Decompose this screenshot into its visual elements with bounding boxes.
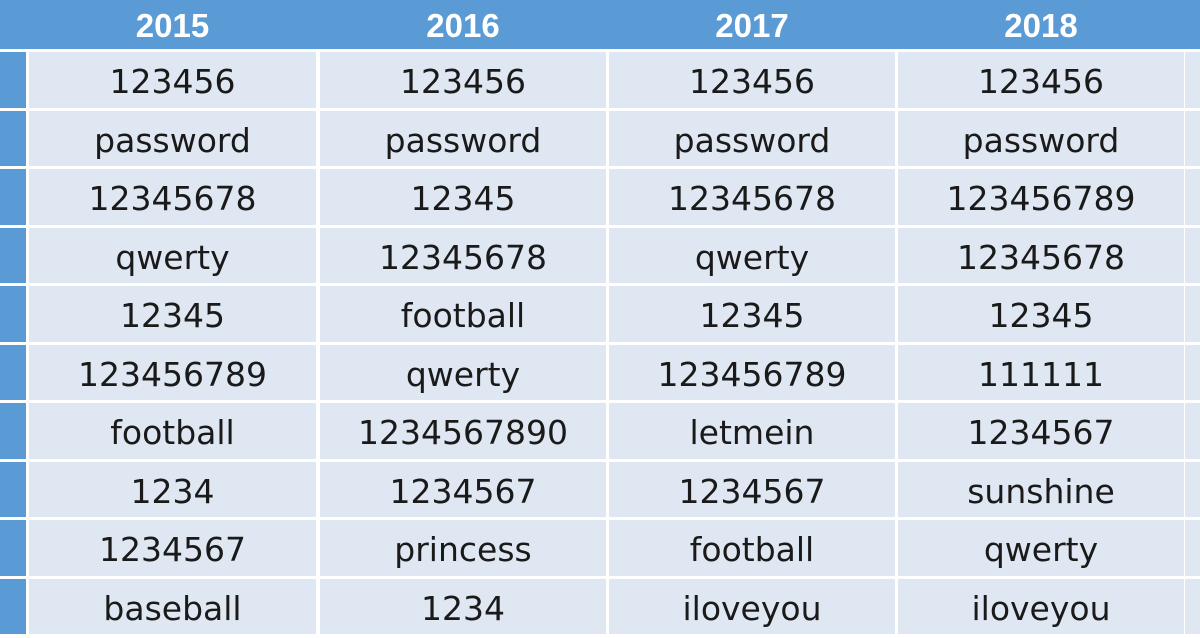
table-cell: password <box>29 110 316 166</box>
table-cell: qwerty <box>29 227 316 283</box>
table-cell: password <box>320 110 606 166</box>
table-cell: password <box>609 110 895 166</box>
column-header-2016: 2016 <box>426 7 500 44</box>
cell-edge <box>1185 520 1200 576</box>
row-header <box>0 578 26 634</box>
cell-edge <box>1185 110 1200 166</box>
table-cell: 1234567 <box>898 403 1184 459</box>
cell-edge <box>1185 461 1200 517</box>
table-cell: iloveyou <box>609 578 895 634</box>
row-header <box>0 110 26 166</box>
table-cell: letmein <box>609 403 895 459</box>
table-cell: 123456 <box>320 52 606 108</box>
table-cell: 123456 <box>609 52 895 108</box>
row-header <box>0 344 26 400</box>
column-header-2015: 2015 <box>135 7 210 44</box>
table-cell: 12345 <box>320 169 606 225</box>
cell-edge <box>1185 578 1200 634</box>
table-cell: football <box>320 286 606 342</box>
table-cell: qwerty <box>609 227 895 283</box>
table-cell: princess <box>320 520 606 576</box>
table-header: 2015 2016 2017 2018 <box>0 0 1200 49</box>
table-cell: 12345678 <box>29 169 316 225</box>
column-header-2017: 2017 <box>715 7 789 44</box>
table-cell: iloveyou <box>898 578 1184 634</box>
table-cell: football <box>609 520 895 576</box>
row-header <box>0 520 26 576</box>
row-header <box>0 52 26 108</box>
row-header <box>0 227 26 283</box>
table-cell: 111111 <box>898 344 1184 400</box>
cell-edge <box>1185 403 1200 459</box>
table-cell: 12345678 <box>898 227 1184 283</box>
row-header <box>0 286 26 342</box>
cell-edge <box>1185 344 1200 400</box>
table-cell: sunshine <box>898 461 1184 517</box>
table-cell: 1234567 <box>609 461 895 517</box>
table-cell: 12345678 <box>609 169 895 225</box>
table-cell: password <box>898 110 1184 166</box>
table-cell: 12345 <box>29 286 316 342</box>
table-cell: 1234567 <box>320 461 606 517</box>
table-cell: 123456 <box>898 52 1184 108</box>
table-cell: 1234567 <box>29 520 316 576</box>
table-cell: 1234 <box>320 578 606 634</box>
row-header <box>0 461 26 517</box>
table-cell: 123456 <box>29 52 316 108</box>
cell-edge <box>1185 227 1200 283</box>
table-cell: baseball <box>29 578 316 634</box>
table-cell: qwerty <box>898 520 1184 576</box>
table-cell: 1234567890 <box>320 403 606 459</box>
cell-edge <box>1185 286 1200 342</box>
row-header <box>0 403 26 459</box>
table-cell: 123456789 <box>29 344 316 400</box>
table-cell: 123456789 <box>609 344 895 400</box>
table-cell: 12345 <box>898 286 1184 342</box>
cell-edge <box>1185 52 1200 108</box>
cell-edge <box>1185 169 1200 225</box>
table-cell: 123456789 <box>898 169 1184 225</box>
table-cell: 1234 <box>29 461 316 517</box>
table-cell: 12345678 <box>320 227 606 283</box>
table-cell: qwerty <box>320 344 606 400</box>
table-cell: football <box>29 403 316 459</box>
row-header <box>0 169 26 225</box>
column-header-2018: 2018 <box>1004 7 1078 44</box>
table-cell: 12345 <box>609 286 895 342</box>
